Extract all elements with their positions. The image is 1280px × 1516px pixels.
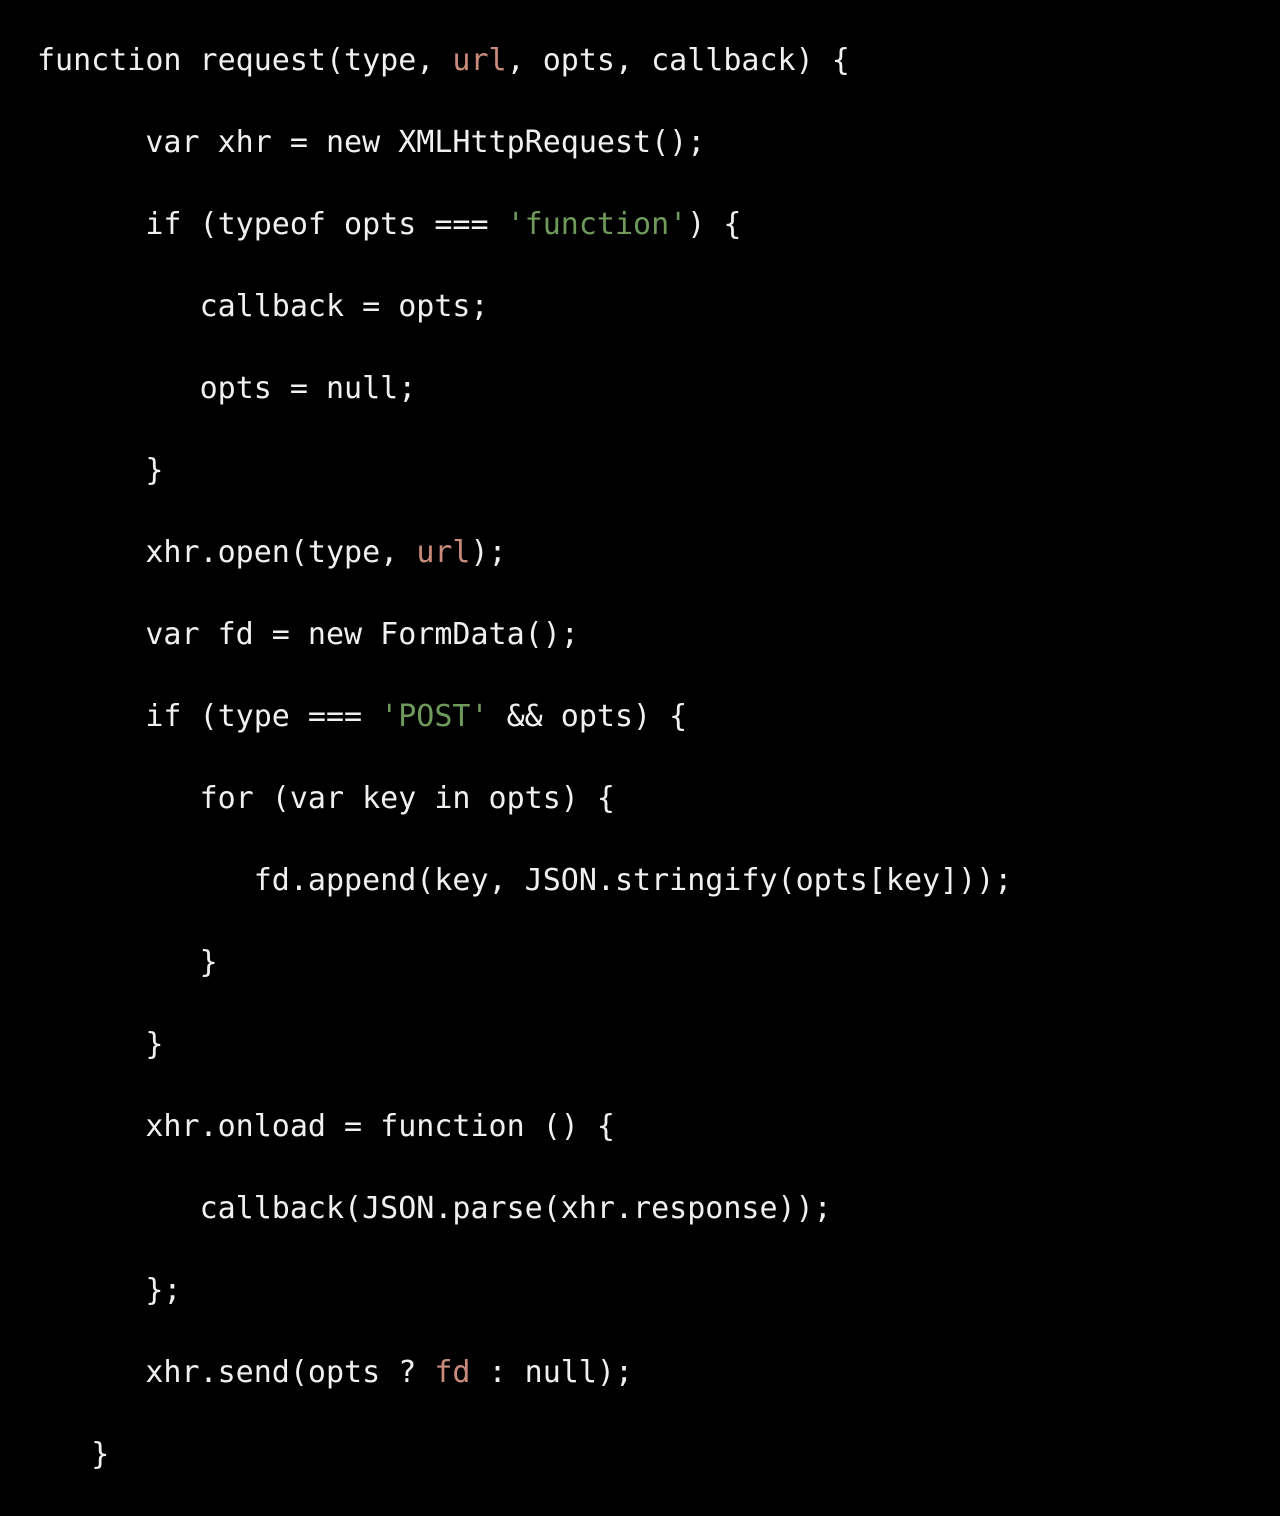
code-token-plain: fd.append(key, JSON.stringify(opts[key])… [253,863,1013,898]
code-line: for (var key in opts) { [37,778,1280,819]
code-token-var: url [416,535,471,570]
code-line: if (type === 'POST' && opts) { [37,696,1280,737]
code-viewer: function request(type, url, opts, callba… [0,0,1280,1472]
code-line: xhr.onload = function () { [37,1106,1280,1147]
code-line: callback(JSON.parse(xhr.response)); [37,1188,1280,1229]
code-line: } [37,1024,1280,1065]
code-token-str: 'POST' [380,699,489,734]
code-token-str: 'function' [506,207,688,242]
code-line: } [37,450,1280,491]
code-token-plain: if (typeof opts === [145,207,507,242]
code-line: var fd = new FormData(); [37,614,1280,655]
code-block[interactable]: function request(type, url, opts, callba… [0,40,1280,1516]
code-line: opts = null; [37,368,1280,409]
code-token-plain: opts = null; [199,371,417,406]
code-line: } [37,1434,1280,1475]
code-token-plain: xhr.open(type, [145,535,417,570]
code-line: xhr.open(type, url); [37,532,1280,573]
code-token-plain: } [145,453,164,488]
code-token-plain: var fd = new FormData(); [145,617,579,652]
code-token-plain: xhr.onload = function () { [145,1109,615,1144]
code-token-plain: }; [145,1273,182,1308]
code-token-plain: : null); [470,1355,634,1390]
code-token-plain: if (type === [145,699,381,734]
code-token-plain: callback = opts; [199,289,489,324]
code-token-plain: callback(JSON.parse(xhr.response)); [199,1191,832,1226]
code-token-plain: } [91,1437,110,1472]
code-token-plain: ); [470,535,507,570]
code-line: fd.append(key, JSON.stringify(opts[key])… [37,860,1280,901]
code-line: var xhr = new XMLHttpRequest(); [37,122,1280,163]
code-token-var: url [452,43,507,78]
code-line: function request(type, url, opts, callba… [37,40,1280,81]
code-token-plain: xhr.send(opts ? [145,1355,435,1390]
code-line: }; [37,1270,1280,1311]
code-line: if (typeof opts === 'function') { [37,204,1280,245]
code-line: xhr.send(opts ? fd : null); [37,1352,1280,1393]
code-line: callback = opts; [37,286,1280,327]
code-token-var: fd [434,1355,471,1390]
code-token-plain: && opts) { [488,699,688,734]
code-token-plain: } [199,945,218,980]
code-line: } [37,942,1280,983]
code-token-plain: ) { [687,207,742,242]
code-token-plain: var xhr = new XMLHttpRequest(); [145,125,706,160]
code-token-plain: function request(type, [37,43,453,78]
code-token-plain: } [145,1027,164,1062]
code-token-plain: for (var key in opts) { [199,781,615,816]
code-token-plain: , opts, callback) { [506,43,850,78]
